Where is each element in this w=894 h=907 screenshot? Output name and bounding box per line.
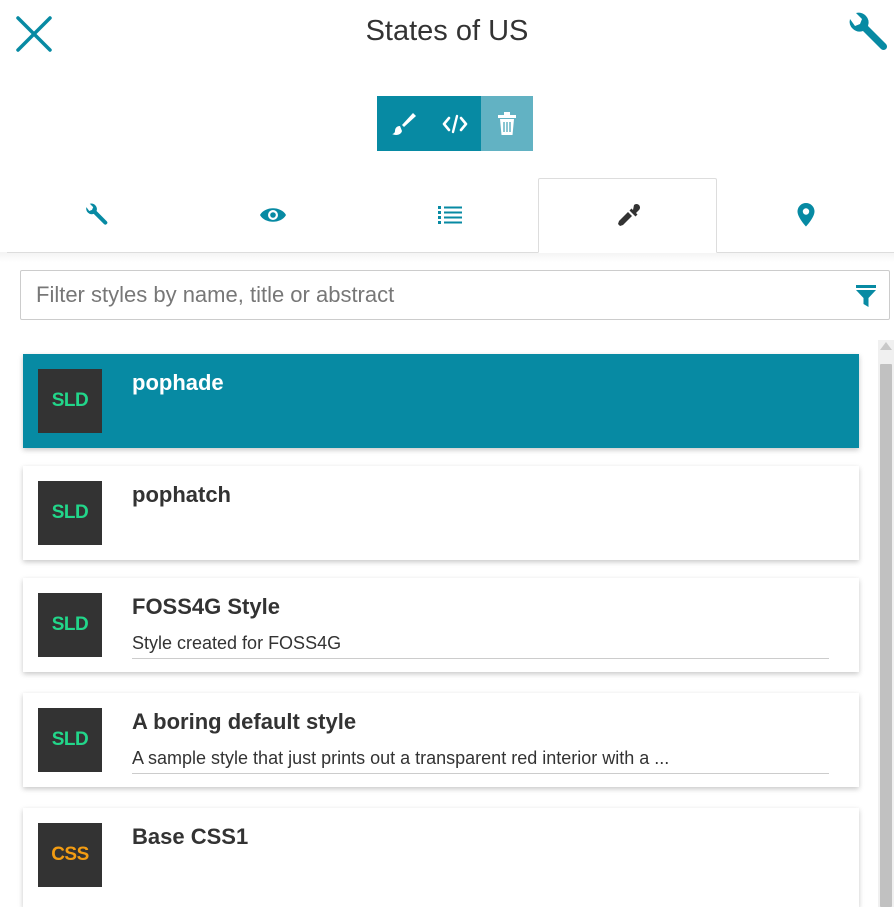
code-editor-button[interactable] (429, 96, 481, 151)
style-format-badge: CSS (38, 823, 102, 887)
style-card-foss4g-style[interactable]: SLD FOSS4G Style Style created for FOSS4… (23, 578, 859, 672)
header: States of US (0, 0, 894, 70)
style-card-boring-default[interactable]: SLD A boring default style A sample styl… (23, 693, 859, 787)
style-title: A boring default style (132, 709, 357, 734)
page-title: States of US (365, 15, 529, 47)
code-icon (442, 114, 468, 133)
tab-display[interactable] (184, 178, 361, 252)
tab-fields[interactable] (361, 178, 538, 252)
style-title: Base CSS1 (132, 824, 249, 849)
filter-styles-input[interactable] (21, 271, 856, 319)
style-format-badge: SLD (38, 481, 102, 545)
style-filter (20, 270, 890, 320)
settings-button[interactable] (844, 10, 890, 56)
eyedropper-icon (617, 203, 640, 226)
wrench-icon (85, 203, 107, 225)
style-abstract: Style created for FOSS4G (132, 633, 829, 659)
style-card-pophade[interactable]: SLD pophade (23, 354, 859, 448)
style-format-badge: SLD (38, 593, 102, 657)
tab-feature-info[interactable] (717, 178, 894, 252)
style-title: pophatch (132, 482, 231, 507)
tabs-shadow (0, 252, 894, 262)
tab-style[interactable] (538, 178, 717, 253)
style-format-badge: SLD (38, 708, 102, 772)
wrench-icon (849, 12, 888, 51)
list-icon (437, 206, 462, 224)
style-title: pophade (132, 370, 224, 395)
delete-style-button[interactable] (481, 96, 533, 151)
style-toolbar (377, 96, 533, 151)
map-marker-icon (797, 203, 814, 227)
style-card-pophatch[interactable]: SLD pophatch (23, 466, 859, 560)
edit-style-button[interactable] (377, 96, 429, 151)
style-card-base-css1[interactable]: CSS Base CSS1 (23, 808, 859, 907)
trash-icon (498, 111, 516, 135)
brush-icon (392, 112, 416, 135)
filter-icon[interactable] (855, 284, 877, 308)
style-abstract: A sample style that just prints out a tr… (132, 748, 829, 774)
scroll-thumb[interactable] (880, 364, 892, 907)
style-title: FOSS4G Style (132, 594, 280, 619)
scroll-up-arrow[interactable] (880, 342, 892, 350)
layer-settings-tabs (7, 178, 894, 253)
eye-icon (259, 208, 286, 222)
tab-general[interactable] (7, 178, 184, 252)
style-format-badge: SLD (38, 369, 102, 433)
